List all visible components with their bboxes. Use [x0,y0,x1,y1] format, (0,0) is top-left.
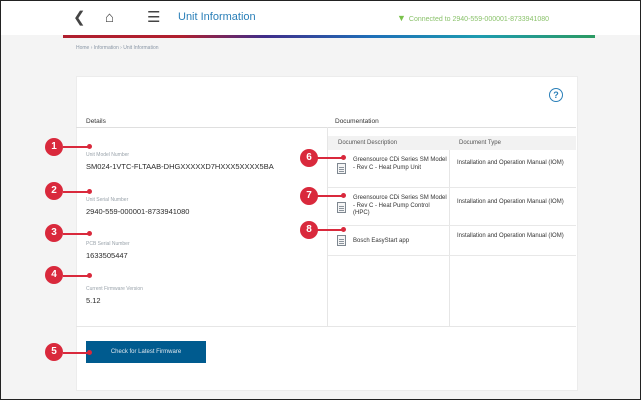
unit-serial-value: 2940-559-000001-8733941080 [86,207,190,216]
check-firmware-button[interactable]: Check for Latest Firmware [86,341,206,363]
callout-badge: 5 [45,343,63,361]
callout-badge: 8 [300,221,318,239]
help-icon[interactable]: ? [549,88,563,102]
doc-type: Installation and Operation Manual (IOM) [457,199,564,205]
unit-model-value: SM024-1VTC-FLTAAB-DHGXXXXXD7HXXX5XXXX5BA [86,162,274,171]
pcb-serial-label: PCB Serial Number [86,241,130,247]
top-bar: ❮ ⌂ ☰ Unit Information ▼ Connected to 294… [1,1,640,35]
callout-leader [63,144,92,149]
doc-row[interactable]: Greensource CDi Series SM Model - Rev C … [328,188,576,226]
callout-badge: 1 [45,138,63,156]
document-icon [337,202,346,213]
col-header-type: Document Type [449,136,576,150]
callout-leader [63,350,92,355]
details-heading: Details [86,118,106,125]
callout-leader [317,227,346,232]
home-icon[interactable]: ⌂ [105,9,114,27]
callout-badge: 4 [45,266,63,284]
unit-model-label: Unit Model Number [86,152,130,158]
firmware-version-value: 5.12 [86,296,101,305]
connection-text: Connected to 2940-559-000001-8733941080 [408,16,550,23]
callout-badge: 3 [45,224,63,242]
wifi-icon: ▼ [397,13,406,23]
divider [76,127,576,128]
documentation-heading: Documentation [335,118,379,125]
document-icon [337,163,346,174]
page-title: Unit Information [178,11,256,23]
app-frame: ❮ ⌂ ☰ Unit Information ▼ Connected to 294… [0,0,641,400]
brand-stripe [63,35,595,38]
callout-badge: 6 [300,149,318,167]
callout-leader [317,193,346,198]
callout-leader [63,273,92,278]
doc-row[interactable]: Greensource CDi Series SM Model - Rev C … [328,150,576,188]
doc-description[interactable]: Greensource CDi Series SM Model - Rev C … [353,157,448,172]
callout-badge: 7 [300,187,318,205]
callout-leader [63,189,92,194]
document-icon [337,235,346,246]
back-arrow-icon[interactable]: ❮ [73,9,86,27]
divider [76,326,576,327]
doc-type: Installation and Operation Manual (IOM) [457,160,564,166]
doc-description[interactable]: Greensource CDi Series SM Model - Rev C … [353,195,448,218]
doc-description[interactable]: Bosch EasyStart app [353,238,448,246]
callout-leader [317,155,346,160]
doc-row[interactable]: Bosch EasyStart app Installation and Ope… [328,226,576,256]
doc-type: Installation and Operation Manual (IOM) [457,233,564,239]
pcb-serial-value: 1633505447 [86,251,128,260]
callout-badge: 2 [45,182,63,200]
breadcrumb[interactable]: Home › Information › Unit Information [76,45,159,51]
firmware-version-label: Current Firmware Version [86,286,143,292]
callout-leader [63,231,92,236]
menu-icon[interactable]: ☰ [147,9,160,27]
connection-status: ▼ Connected to 2940-559-000001-8733941080 [397,13,549,23]
unit-serial-label: Unit Serial Number [86,197,129,203]
col-header-description: Document Description [328,136,449,150]
